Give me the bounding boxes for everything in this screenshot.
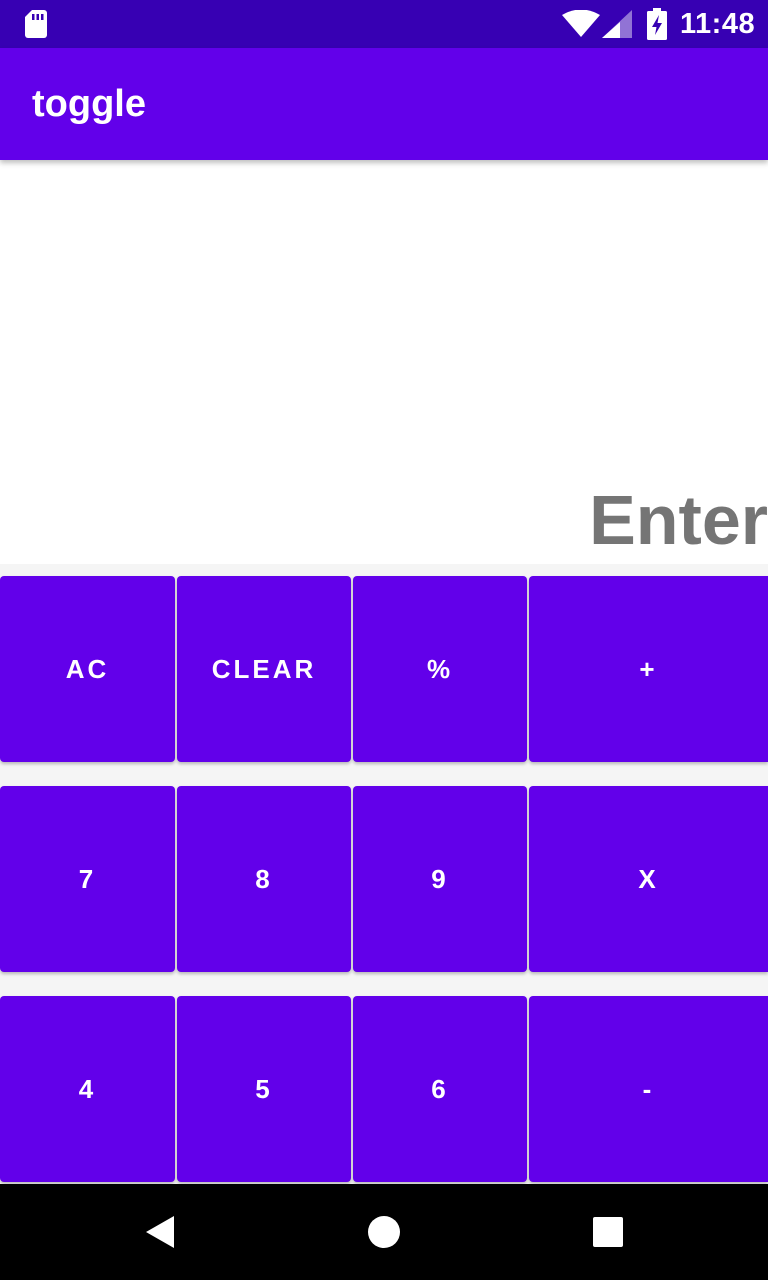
wifi-icon (562, 10, 600, 37)
back-icon (146, 1216, 174, 1248)
percent-button[interactable]: % (353, 576, 527, 762)
minus-button[interactable]: - (529, 996, 768, 1182)
recents-icon (593, 1217, 623, 1247)
display-text: Enter (589, 481, 768, 559)
app-title: toggle (32, 83, 146, 125)
keypad: AC CLEAR % + 7 8 9 X 4 5 6 - (0, 564, 768, 1184)
navigation-bar (0, 1184, 768, 1280)
sd-card-icon (25, 10, 47, 38)
status-bar: 11:48 (0, 0, 768, 48)
digit-8-button[interactable]: 8 (177, 786, 351, 972)
digit-5-button[interactable]: 5 (177, 996, 351, 1182)
multiply-button[interactable]: X (529, 786, 768, 972)
app-bar: toggle (0, 48, 768, 160)
ac-button[interactable]: AC (0, 576, 175, 762)
battery-charging-icon (647, 8, 667, 40)
clear-button[interactable]: CLEAR (177, 576, 351, 762)
calculator-display: Enter (0, 160, 768, 564)
back-button[interactable] (136, 1208, 184, 1256)
home-button[interactable] (360, 1208, 408, 1256)
digit-6-button[interactable]: 6 (353, 996, 527, 1182)
recents-button[interactable] (584, 1208, 632, 1256)
plus-button[interactable]: + (529, 576, 768, 762)
digit-4-button[interactable]: 4 (0, 996, 175, 1182)
digit-7-button[interactable]: 7 (0, 786, 175, 972)
status-time: 11:48 (680, 8, 756, 40)
home-icon (368, 1216, 400, 1248)
signal-icon (602, 10, 632, 38)
digit-9-button[interactable]: 9 (353, 786, 527, 972)
